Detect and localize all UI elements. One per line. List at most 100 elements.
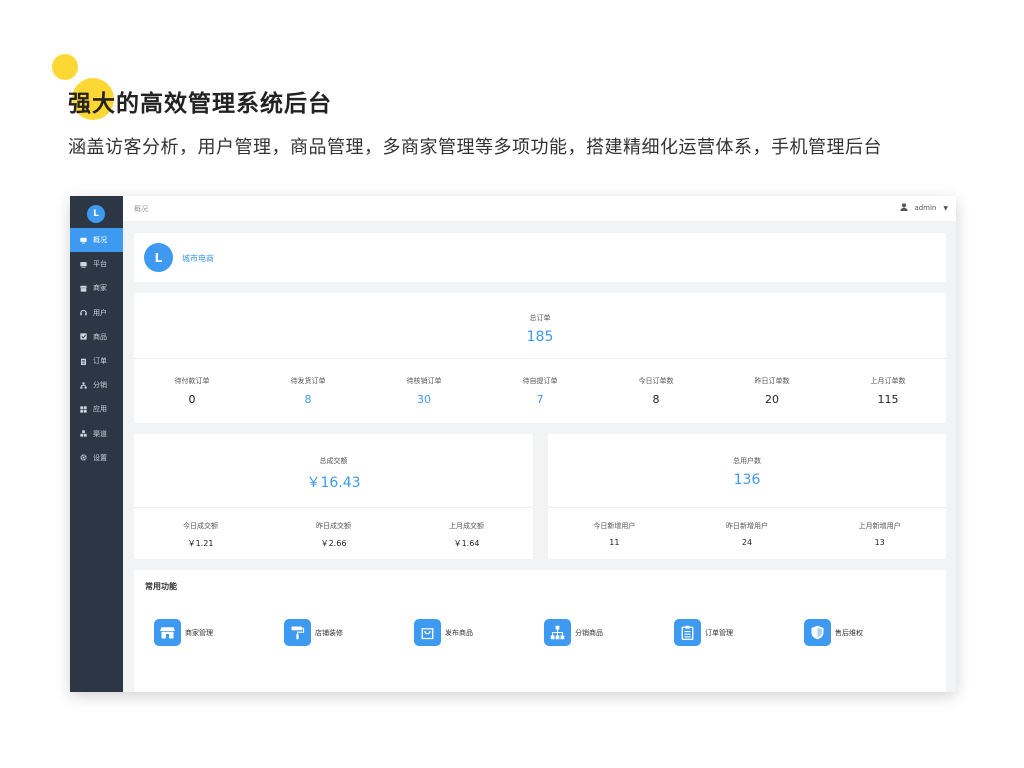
- shop-name-link[interactable]: 城市电商: [182, 253, 214, 264]
- stat-last-month-new-users: 上月新增用户 13: [813, 521, 946, 547]
- common-features-card: 常用功能 商家管理 店铺装修 发布商品 分销商品 订单管理 售后维权: [134, 570, 946, 692]
- stat-value: 115: [877, 393, 899, 406]
- clipboard-list-icon: [674, 619, 701, 646]
- sidebar-nav: 概况 平台 商家 用户 商品 订单 分销 应用 渠道 设置: [70, 228, 123, 470]
- platform-icon: [80, 261, 87, 268]
- stat-label: 待付款订单: [174, 377, 210, 385]
- stat-yesterday-amount: 昨日成交额 ￥2.66: [267, 521, 400, 549]
- store-icon: [154, 619, 181, 646]
- features-title: 常用功能: [145, 582, 177, 591]
- caret-down-icon: ▼: [943, 204, 948, 212]
- app-logo[interactable]: L: [87, 205, 105, 223]
- shop-card: L 城市电商: [134, 233, 946, 282]
- stat-yesterday-new-users: 昨日新增用户 24: [681, 521, 814, 547]
- feature-order-management[interactable]: 订单管理: [674, 619, 804, 646]
- features-row: 商家管理 店铺装修 发布商品 分销商品 订单管理 售后维权: [154, 619, 934, 646]
- sidebar-item-channels[interactable]: 渠道: [70, 422, 123, 446]
- stat-value: 20: [765, 393, 779, 406]
- feature-label: 分销商品: [575, 628, 603, 637]
- stat-pending-pickup: 待自提订单 7: [482, 376, 598, 406]
- feature-label: 发布商品: [445, 628, 473, 637]
- sidebar-item-label: 概况: [93, 236, 107, 245]
- user-stats-row: 今日新增用户 11 昨日新增用户 24 上月新增用户 13: [548, 521, 946, 547]
- sidebar-item-distribution[interactable]: 分销: [70, 373, 123, 397]
- admin-app-window: L 概况 平台 商家 用户 商品 订单 分销 应用 渠道 设置 概况 admin…: [70, 196, 956, 692]
- stat-value[interactable]: 8: [250, 393, 366, 406]
- amount-stats-row: 今日成交额 ￥1.21 昨日成交额 ￥2.66 上月成交额 ￥1.64: [134, 521, 533, 549]
- stat-pending-shipment: 待发货订单 8: [250, 376, 366, 406]
- sidebar-item-overview[interactable]: 概况: [70, 228, 123, 253]
- hierarchy-icon: [544, 619, 571, 646]
- sidebar-item-label: 商家: [93, 284, 107, 293]
- feature-merchant-management[interactable]: 商家管理: [154, 619, 284, 646]
- stat-value[interactable]: 30: [366, 393, 482, 406]
- order-stats-row: 待付款订单 0 待发货订单 8 待核销订单 30 待自提订单 7 今日订单数 8…: [134, 376, 946, 406]
- user-icon: [900, 203, 909, 213]
- feature-publish-product[interactable]: 发布商品: [414, 619, 544, 646]
- user-menu[interactable]: admin ▼: [900, 203, 948, 213]
- stat-label: 今日成交额: [183, 522, 218, 530]
- orders-card: 总订单 185 待付款订单 0 待发货订单 8 待核销订单 30 待自提订单 7…: [134, 293, 946, 423]
- sidebar-item-merchant[interactable]: 商家: [70, 276, 123, 300]
- sidebar: L 概况 平台 商家 用户 商品 订单 分销 应用 渠道 设置: [70, 196, 123, 692]
- total-orders-label: 总订单: [529, 314, 551, 322]
- stat-label: 上月订单数: [870, 377, 906, 385]
- stat-value: 13: [874, 538, 885, 547]
- hero-title: 强大的高效管理系统后台: [68, 91, 332, 117]
- shopping-bag-icon: [414, 619, 441, 646]
- stat-today-amount: 今日成交额 ￥1.21: [134, 521, 267, 549]
- sidebar-item-label: 应用: [93, 405, 107, 414]
- stat-pending-verification: 待核销订单 30: [366, 376, 482, 406]
- stat-label: 今日订单数: [638, 377, 674, 385]
- stat-value: 11: [609, 538, 620, 547]
- stat-label: 今日新增用户: [593, 522, 636, 530]
- stat-value: ￥1.64: [453, 539, 480, 548]
- sidebar-item-label: 分销: [93, 381, 107, 390]
- total-orders-value: 185: [526, 329, 554, 345]
- monitor-icon: [80, 237, 87, 244]
- stat-last-month-orders: 上月订单数 115: [830, 376, 946, 406]
- top-bar: 概况 admin ▼: [123, 196, 956, 221]
- shop-logo: L: [144, 243, 173, 272]
- sidebar-item-orders[interactable]: 订单: [70, 349, 123, 373]
- sidebar-item-label: 用户: [93, 308, 107, 317]
- shield-icon: [804, 619, 831, 646]
- sidebar-item-label: 渠道: [93, 429, 107, 438]
- stat-today-orders: 今日订单数 8: [598, 376, 714, 406]
- total-users-label: 总用户数: [733, 457, 761, 465]
- decorative-dot: [52, 54, 78, 80]
- feature-label: 店铺装修: [315, 628, 343, 637]
- total-amount-value: ￥16.43: [306, 475, 361, 491]
- sidebar-item-products[interactable]: 商品: [70, 325, 123, 349]
- paint-roller-icon: [284, 619, 311, 646]
- apps-grid-icon: [80, 406, 87, 413]
- breadcrumb[interactable]: 概况: [134, 204, 148, 214]
- divider: [134, 507, 533, 508]
- stat-label: 待自提订单: [522, 377, 558, 385]
- feature-label: 订单管理: [705, 628, 733, 637]
- sidebar-item-users[interactable]: 用户: [70, 301, 123, 325]
- stat-label: 上月成交额: [449, 522, 484, 530]
- sidebar-item-settings[interactable]: 设置: [70, 446, 123, 470]
- stat-pending-payment: 待付款订单 0: [134, 376, 250, 406]
- sidebar-item-label: 平台: [93, 260, 107, 269]
- headset-icon: [80, 309, 87, 316]
- feature-distribution-products[interactable]: 分销商品: [544, 619, 674, 646]
- stat-today-new-users: 今日新增用户 11: [548, 521, 681, 547]
- sidebar-item-label: 商品: [93, 332, 107, 341]
- total-amount-label: 总成交额: [319, 457, 348, 465]
- stat-yesterday-orders: 昨日订单数 20: [714, 376, 830, 406]
- stat-value: 24: [741, 538, 753, 547]
- feature-after-sales[interactable]: 售后维权: [804, 619, 934, 646]
- feature-label: 售后维权: [835, 628, 863, 637]
- stat-label: 上月新增用户: [858, 522, 901, 530]
- stat-label: 昨日新增用户: [726, 522, 768, 530]
- stat-value: 8: [652, 393, 660, 406]
- stat-value: 0: [188, 393, 196, 406]
- divider: [134, 358, 946, 359]
- sidebar-item-apps[interactable]: 应用: [70, 397, 123, 421]
- stat-value[interactable]: 7: [482, 393, 598, 406]
- sidebar-item-platform[interactable]: 平台: [70, 252, 123, 276]
- feature-shop-decoration[interactable]: 店铺装修: [284, 619, 414, 646]
- stat-last-month-amount: 上月成交额 ￥1.64: [400, 521, 533, 549]
